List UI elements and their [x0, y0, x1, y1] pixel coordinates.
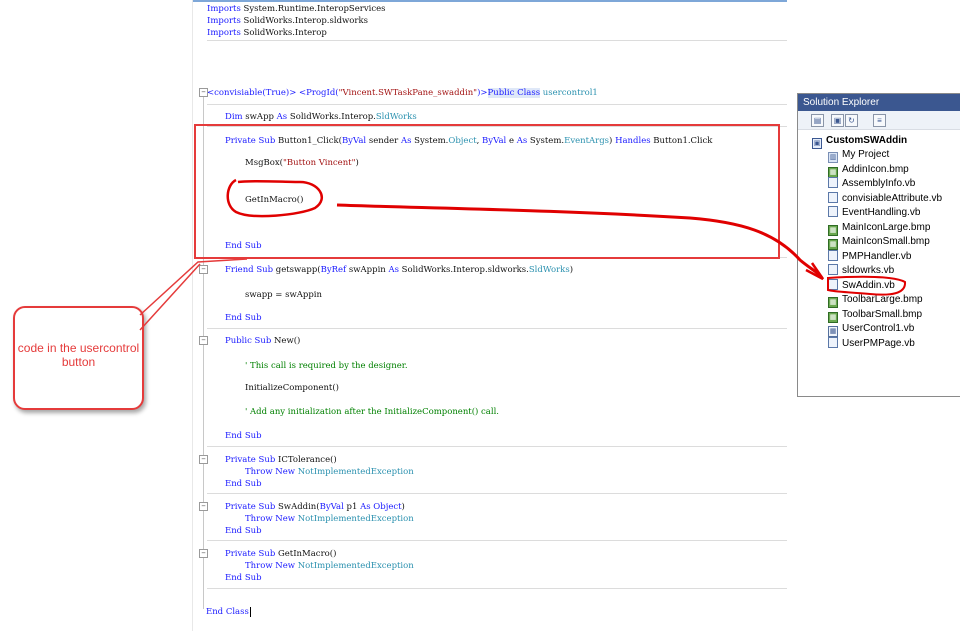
callout-pointer	[139, 258, 248, 316]
hand-drawn-underline-circle	[827, 275, 906, 296]
hand-drawn-arrow	[336, 203, 824, 279]
callout-pointer	[139, 263, 201, 331]
hand-drawn-circle	[226, 178, 323, 218]
highlight-rectangle	[194, 124, 780, 259]
annotation-overlay	[139, 124, 906, 331]
